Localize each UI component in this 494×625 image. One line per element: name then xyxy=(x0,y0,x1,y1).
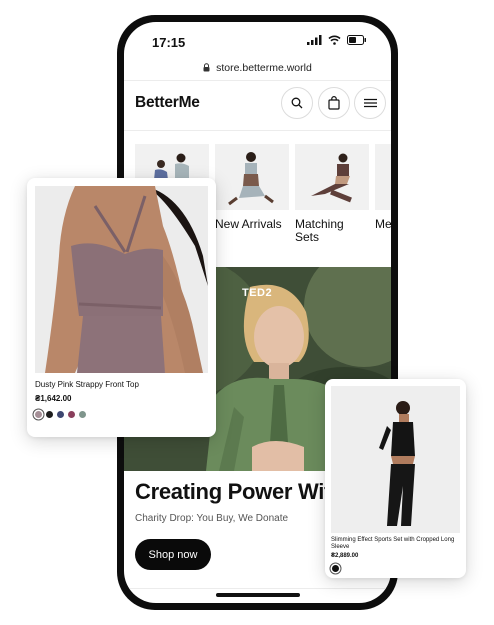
hamburger-menu-icon xyxy=(363,98,377,108)
site-header: BetterMe xyxy=(124,80,391,132)
color-swatch[interactable] xyxy=(68,411,75,418)
category-label: Matching Sets xyxy=(295,217,344,244)
category-label: Me Mo Se xyxy=(375,217,391,231)
wifi-icon xyxy=(328,35,341,45)
battery-icon xyxy=(347,35,366,45)
product-image xyxy=(331,386,460,533)
category-image xyxy=(295,144,369,210)
status-icons xyxy=(307,35,367,45)
hero-tag-text: TED2 xyxy=(242,287,273,299)
product-name: Dusty Pink Strappy Front Top xyxy=(35,380,139,389)
search-icon xyxy=(291,97,303,109)
product-price: ₴2,889.00 xyxy=(331,553,359,559)
color-swatch[interactable] xyxy=(332,565,339,572)
color-swatches xyxy=(332,565,339,572)
category-item[interactable]: Matching Sets xyxy=(295,144,369,244)
category-image xyxy=(215,144,289,210)
cart-button[interactable] xyxy=(318,87,350,119)
category-item[interactable]: Me Mo Se xyxy=(375,144,391,231)
category-item[interactable]: New Arrivals xyxy=(215,144,289,231)
hero-headline: Creating Power Wit xyxy=(135,479,332,504)
home-indicator[interactable] xyxy=(216,593,300,597)
signal-icon xyxy=(307,35,322,45)
color-swatches xyxy=(35,411,86,418)
product-name: Slimming Effect Sports Set with Cropped … xyxy=(331,537,455,550)
address-bar[interactable]: store.betterme.world xyxy=(124,62,391,74)
menu-button[interactable] xyxy=(354,87,386,119)
url-text: store.betterme.world xyxy=(216,62,312,74)
status-bar: 17:15 xyxy=(124,22,391,58)
divider xyxy=(124,130,391,131)
color-swatch[interactable] xyxy=(46,411,53,418)
lock-icon xyxy=(203,63,210,72)
brand-logo[interactable]: BetterMe xyxy=(135,94,200,112)
product-card[interactable]: Dusty Pink Strappy Front Top ₴1,642.00 xyxy=(27,178,216,437)
shopping-bag-icon xyxy=(328,96,340,110)
product-image xyxy=(35,186,208,373)
divider xyxy=(124,588,391,589)
search-button[interactable] xyxy=(281,87,313,119)
product-card[interactable]: Slimming Effect Sports Set with Cropped … xyxy=(325,379,466,578)
color-swatch[interactable] xyxy=(35,411,42,418)
product-price: ₴1,642.00 xyxy=(35,394,72,403)
color-swatch[interactable] xyxy=(57,411,64,418)
status-time: 17:15 xyxy=(152,35,186,50)
category-image xyxy=(375,144,391,210)
color-swatch[interactable] xyxy=(79,411,86,418)
category-label: New Arrivals xyxy=(215,217,282,231)
hero-subline: Charity Drop: You Buy, We Donate xyxy=(135,513,289,524)
shop-now-button[interactable]: Shop now xyxy=(135,539,211,570)
